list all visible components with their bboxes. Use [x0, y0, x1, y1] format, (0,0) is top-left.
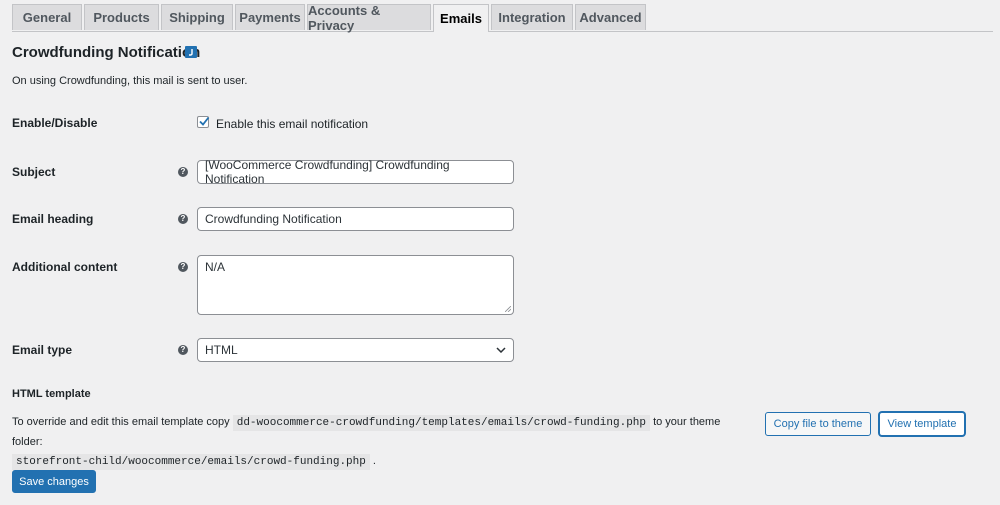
help-icon[interactable]: ?	[178, 214, 188, 224]
copy-file-button[interactable]: Copy file to theme	[765, 412, 871, 436]
tab-advanced[interactable]: Advanced	[575, 4, 646, 30]
tab-payments[interactable]: Payments	[235, 4, 305, 30]
email-type-value: HTML	[205, 343, 238, 357]
enable-checkbox-label[interactable]: Enable this email notification	[216, 117, 368, 131]
subject-label: Subject	[12, 165, 56, 179]
additional-content-textarea[interactable]: N/A	[197, 255, 514, 315]
enable-label: Enable/Disable	[12, 116, 98, 130]
template-dest-path: storefront-child/woocommerce/emails/crow…	[12, 454, 370, 470]
help-icon[interactable]: ?	[178, 167, 188, 177]
tab-shipping[interactable]: Shipping	[161, 4, 233, 30]
template-text-after: .	[372, 455, 376, 467]
email-type-select[interactable]: HTML	[197, 338, 514, 362]
tab-emails[interactable]: Emails	[433, 4, 489, 32]
enable-checkbox[interactable]	[197, 116, 210, 128]
email-heading-input[interactable]: Crowdfunding Notification	[197, 207, 514, 231]
additional-content-label: Additional content	[12, 260, 118, 274]
page-description: On using Crowdfunding, this mail is sent…	[12, 75, 248, 87]
tab-accounts-privacy[interactable]: Accounts & Privacy	[307, 3, 431, 33]
template-heading: HTML template	[12, 388, 91, 400]
back-link-icon[interactable]	[185, 46, 197, 58]
template-text-before: To override and edit this email template…	[12, 416, 230, 428]
email-heading-label: Email heading	[12, 212, 94, 226]
help-icon[interactable]: ?	[178, 345, 188, 355]
tab-general[interactable]: General	[12, 4, 82, 30]
view-template-button[interactable]: View template	[879, 412, 965, 436]
chevron-down-icon	[496, 347, 506, 353]
help-icon[interactable]: ?	[178, 262, 188, 272]
template-instructions: To override and edit this email template…	[12, 413, 752, 472]
email-type-label: Email type	[12, 343, 73, 357]
tab-integration[interactable]: Integration	[491, 4, 573, 30]
page-title: Crowdfunding Notification	[12, 44, 201, 61]
save-changes-button[interactable]: Save changes	[12, 470, 96, 493]
subject-input[interactable]: [WooCommerce Crowdfunding] Crowdfunding …	[197, 158, 514, 186]
template-source-path: dd-woocommerce-crowdfunding/templates/em…	[232, 415, 651, 431]
resize-handle-icon[interactable]	[505, 306, 511, 312]
tab-products[interactable]: Products	[84, 4, 159, 30]
additional-content-value: N/A	[205, 260, 226, 274]
settings-tabs: General Products Shipping Payments Accou…	[12, 3, 993, 33]
